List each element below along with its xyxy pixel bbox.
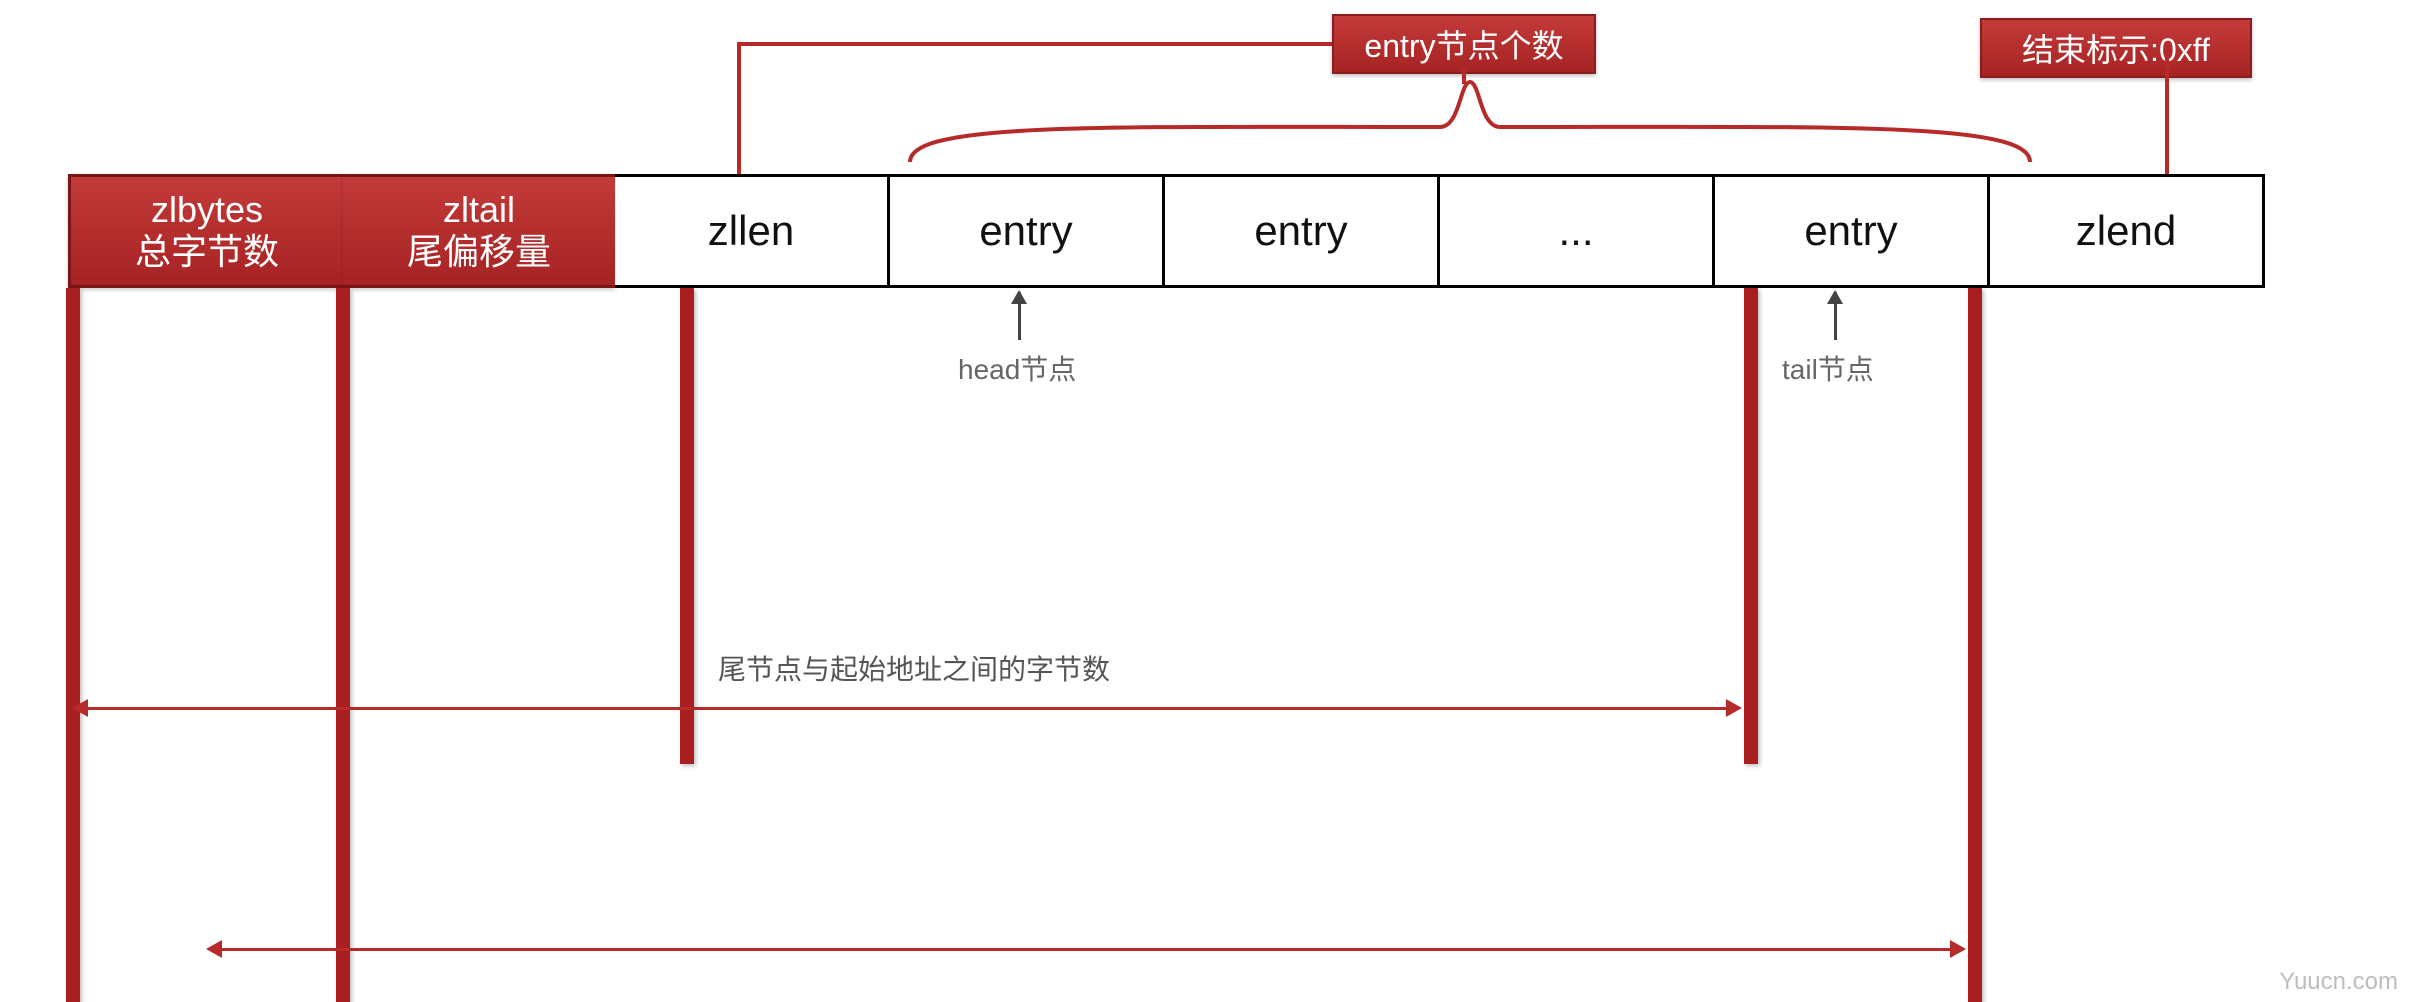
curly-brace-icon (900, 72, 2040, 172)
cell-entry-dots: ... (1440, 174, 1715, 288)
arrow-left-icon-2 (206, 940, 222, 958)
cell-zltail-line1: zltail (407, 189, 551, 231)
label-end-marker: 结束标示:0xff (1980, 18, 2252, 78)
bar-start (66, 288, 80, 1002)
diagram-stage: { "labels": { "entry_count": "entry节点个数"… (0, 0, 2416, 1002)
note-head-node: head节点 (958, 348, 1076, 388)
note-tail-node: tail节点 (1782, 348, 1874, 388)
cell-zlbytes-line2: 总字节数 (135, 231, 279, 273)
arrow-up-icon (1011, 290, 1027, 304)
ziplist-row: zlbytes 总字节数 zltail 尾偏移量 zllen entry ent… (68, 174, 2265, 288)
arrow-right-icon-2 (1950, 940, 1966, 958)
connector-zlend-v2 (2165, 47, 2169, 80)
cell-zlbytes: zlbytes 总字节数 (68, 174, 343, 288)
cell-zlend: zlend (1990, 174, 2265, 288)
bar-end (1968, 288, 1982, 1002)
label-entry-count: entry节点个数 (1332, 14, 1596, 74)
cell-zllen: zllen (615, 174, 890, 288)
arrow-left-icon (72, 699, 88, 717)
cell-entry-2: entry (1165, 174, 1440, 288)
watermark: Yuucn.com (2279, 968, 2398, 996)
cell-entry-head: entry (890, 174, 1165, 288)
bar-tail-end (1744, 288, 1758, 764)
dim-line-tail-offset (86, 707, 1738, 710)
cell-zlbytes-line1: zlbytes (135, 189, 279, 231)
connector-zlend-v (2165, 76, 2169, 174)
connector-entry-zllen-v (737, 42, 741, 174)
cell-zltail-line2: 尾偏移量 (407, 231, 551, 273)
arrow-up-icon-2 (1827, 290, 1843, 304)
bar-zltail-start (336, 288, 350, 1002)
connector-entry-zllen-h (737, 42, 1332, 46)
arrow-right-icon (1726, 699, 1742, 717)
bar-zllen-end (680, 288, 694, 764)
cell-entry-tail: entry (1715, 174, 1990, 288)
connector-brace-pill (1462, 70, 1466, 84)
note-tail-offset: 尾节点与起始地址之间的字节数 (718, 648, 1110, 688)
dim-line-total (220, 948, 1962, 951)
cell-zltail: zltail 尾偏移量 (343, 174, 615, 288)
